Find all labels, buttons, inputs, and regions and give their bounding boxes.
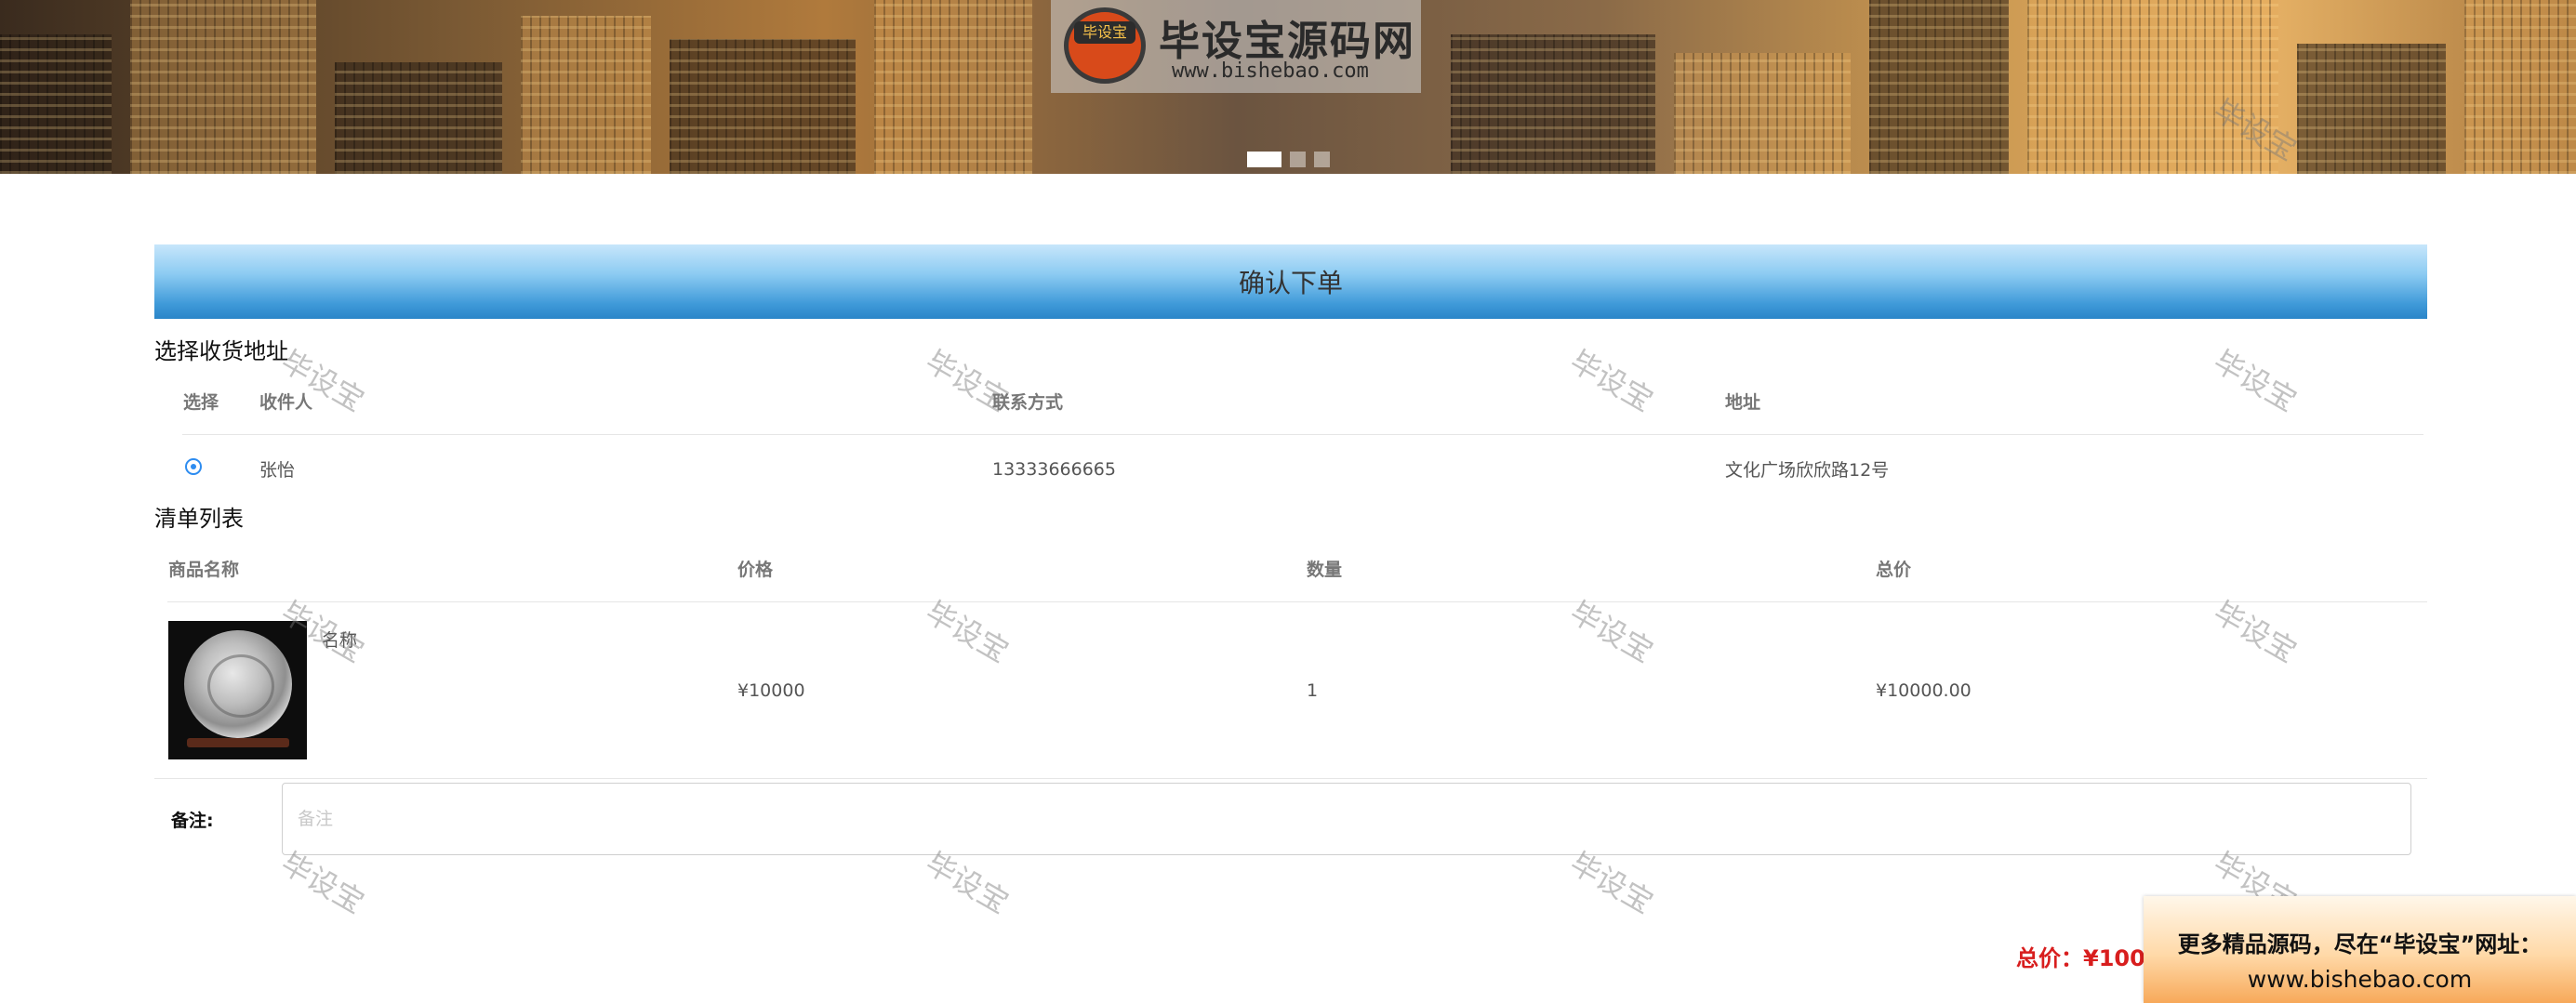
header-price: 价格: [737, 559, 774, 580]
banner-building: [130, 0, 316, 174]
logo-url: www.bishebao.com: [1172, 59, 1369, 83]
note-row: 备注:: [154, 778, 2427, 859]
page-title: 确认下单: [154, 244, 2427, 319]
contact-cell: 13333666665: [991, 434, 1724, 503]
product-cell: 名称: [168, 621, 736, 759]
promo-banner[interactable]: 更多精品源码，尽在“毕设宝”网址： www.bishebao.com: [2144, 896, 2576, 1003]
banner-building: [1451, 34, 1655, 174]
banner-building: [2027, 0, 2278, 174]
header-address: 地址: [1725, 391, 1761, 413]
address-table: 选择 收件人 联系方式 地址 张怡 13333666665 文化广场欣欣路12号: [182, 367, 2423, 503]
banner-carousel[interactable]: 毕设宝 毕设宝源码网 www.bishebao.com: [0, 0, 2576, 174]
banner-building: [0, 34, 112, 174]
header-product-name: 商品名称: [168, 559, 240, 580]
promo-url[interactable]: www.bishebao.com: [2144, 966, 2576, 993]
header-total: 总价: [1876, 559, 1912, 580]
carousel-dot-2[interactable]: [1290, 152, 1306, 167]
table-row: 名称 ¥10000 1 ¥10000.00: [167, 601, 2427, 778]
quantity-cell: 1: [1306, 601, 1875, 778]
note-label: 备注:: [171, 810, 214, 831]
note-input[interactable]: [282, 783, 2411, 855]
carousel-indicators: [1247, 152, 1330, 167]
carousel-dot-3[interactable]: [1314, 152, 1330, 167]
banner-building: [1869, 0, 2009, 174]
order-section-title: 清单列表: [154, 506, 244, 532]
banner-building: [874, 0, 1032, 174]
product-thumbnail[interactable]: [168, 621, 307, 759]
price-cell: ¥10000: [737, 601, 1306, 778]
logo-badge-text: 毕设宝: [1074, 21, 1135, 44]
address-cell: 文化广场欣欣路12号: [1724, 434, 2423, 503]
logo-title: 毕设宝源码网: [1159, 18, 1415, 65]
total-cell: ¥10000.00: [1875, 601, 2427, 778]
receiver-cell: 张怡: [259, 434, 991, 503]
logo-badge-icon: 毕设宝: [1064, 7, 1146, 84]
table-row[interactable]: 张怡 13333666665 文化广场欣欣路12号: [182, 434, 2423, 503]
order-table: 商品名称 价格 数量 总价 名称 ¥10000 1 ¥10000.00: [167, 534, 2427, 778]
banner-building: [335, 62, 502, 174]
banner-building: [2297, 44, 2446, 174]
order-total: 总价：¥100: [2016, 945, 2145, 971]
plate-stand: [187, 738, 289, 747]
header-contact: 联系方式: [992, 391, 1064, 413]
header-receiver: 收件人: [259, 391, 313, 413]
banner-building: [670, 39, 856, 174]
order-confirm-panel: 确认下单 选择收货地址 选择 收件人 联系方式 地址 张怡 1333366666…: [154, 244, 2427, 859]
header-quantity: 数量: [1307, 559, 1343, 580]
address-radio[interactable]: [185, 458, 202, 475]
product-name[interactable]: 名称: [322, 627, 357, 652]
header-select: 选择: [183, 391, 219, 413]
address-section-title: 选择收货地址: [154, 338, 288, 364]
banner-building: [521, 16, 651, 174]
banner-building: [1674, 53, 1851, 174]
plate-pattern: [207, 654, 274, 718]
promo-line-1: 更多精品源码，尽在“毕设宝”网址：: [2177, 931, 2543, 957]
carousel-dot-1[interactable]: [1247, 152, 1281, 167]
site-logo[interactable]: 毕设宝 毕设宝源码网 www.bishebao.com: [1051, 0, 1421, 93]
banner-building: [2464, 0, 2576, 174]
